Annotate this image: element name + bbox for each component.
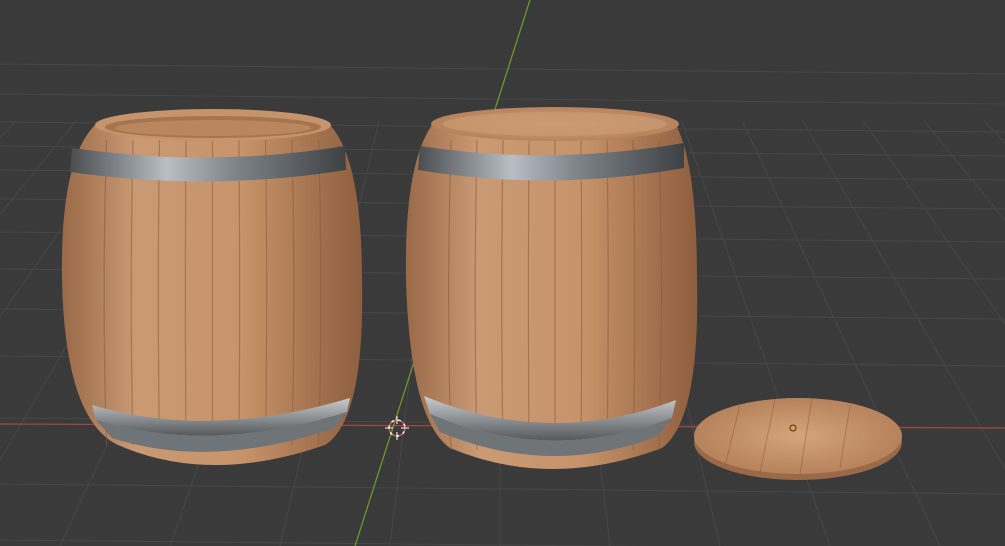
barrel-open[interactable] (61, 109, 363, 465)
barrel-lid[interactable] (694, 397, 902, 480)
3d-viewport[interactable] (0, 0, 1005, 546)
3d-cursor-icon[interactable] (385, 416, 409, 440)
barrel-closed[interactable] (405, 107, 698, 469)
origin-point-icon (789, 424, 797, 432)
viewport-canvas[interactable] (0, 0, 1005, 546)
